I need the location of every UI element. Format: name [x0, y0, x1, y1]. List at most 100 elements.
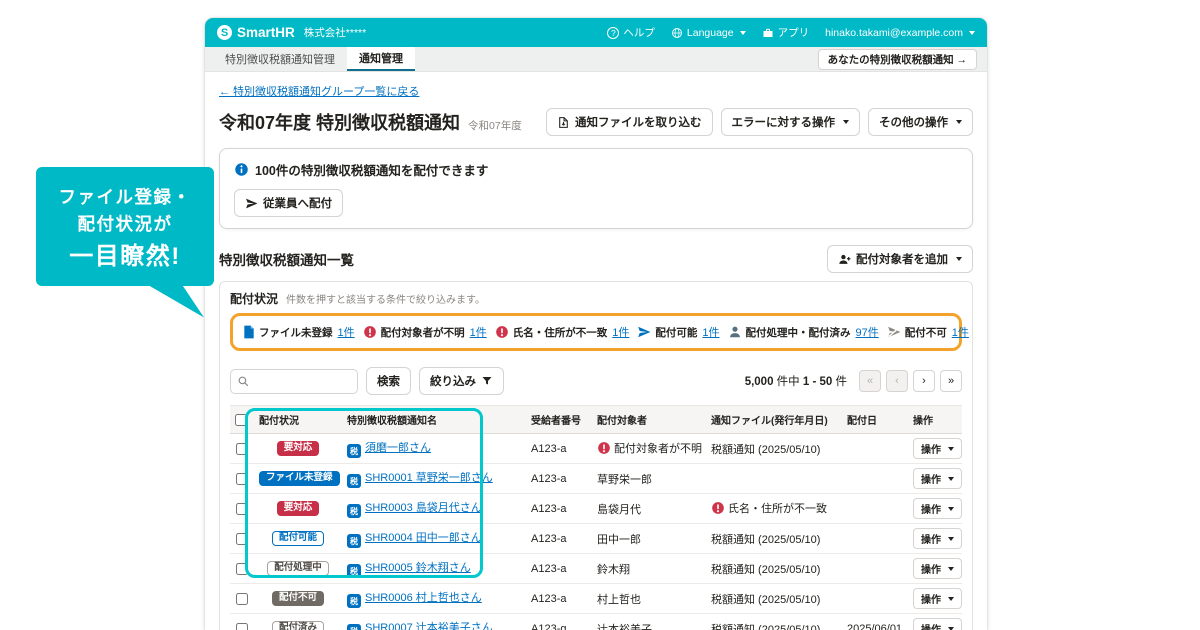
- smarthr-logo[interactable]: S SmartHR: [217, 25, 295, 40]
- other-operations-button[interactable]: その他の操作: [868, 108, 973, 136]
- status-filter-count-link[interactable]: 1件: [612, 324, 629, 340]
- delivery-date: [842, 494, 908, 524]
- select-all-checkbox[interactable]: [235, 414, 247, 426]
- pagination-unit: 件: [836, 376, 848, 388]
- notice-name-link[interactable]: SHR0001 草野栄一郎さん: [365, 472, 493, 484]
- status-badge: 配付可能: [272, 531, 324, 547]
- search-button[interactable]: 検索: [366, 367, 411, 395]
- notice-name-link[interactable]: SHR0003 島袋月代さん: [365, 502, 482, 514]
- pagination-button[interactable]: ‹: [886, 370, 908, 392]
- row-action-button[interactable]: 操作: [913, 618, 962, 630]
- pagination-button[interactable]: »: [940, 370, 962, 392]
- deliver-to-employees-label: 従業員へ配付: [263, 195, 332, 211]
- chevron-down-icon: [948, 597, 954, 601]
- notice-name-link[interactable]: 須磨一郎さん: [365, 442, 431, 454]
- file-icon: [243, 325, 255, 339]
- chevron-down-icon: [956, 257, 962, 261]
- recipient-number: A123-a: [526, 524, 592, 554]
- table-row: 要対応税SHR0003 島袋月代さんA123-a島袋月代氏名・住所が不一致操作: [230, 494, 962, 524]
- notice-name-link[interactable]: SHR0004 田中一郎さん: [365, 532, 482, 544]
- help-link[interactable]: ? ヘルプ: [607, 25, 655, 40]
- pagination-button[interactable]: ›: [913, 370, 935, 392]
- other-operations-label: その他の操作: [879, 114, 948, 130]
- status-filter-count-link[interactable]: 97件: [856, 324, 879, 340]
- row-action-button[interactable]: 操作: [913, 468, 962, 489]
- row-action-label: 操作: [921, 561, 941, 576]
- row-action-label: 操作: [921, 591, 941, 606]
- notice-name-link[interactable]: SHR0007 辻本裕美子さん: [365, 622, 493, 630]
- row-checkbox[interactable]: [236, 623, 248, 630]
- row-action-button[interactable]: 操作: [913, 498, 962, 519]
- row-checkbox[interactable]: [236, 443, 248, 455]
- row-action-button[interactable]: 操作: [913, 438, 962, 459]
- status-badge: 配付処理中: [267, 561, 329, 577]
- tab-notice-management[interactable]: 特別徴収税額通知管理: [213, 47, 347, 71]
- status-filter-label: 配付処理中・配付済み: [746, 325, 851, 340]
- send-icon: [245, 197, 258, 210]
- row-action-label: 操作: [921, 501, 941, 516]
- language-menu[interactable]: Language: [671, 27, 746, 39]
- delivery-date: [842, 554, 908, 584]
- status-section-title: 配付状況: [230, 290, 278, 307]
- notification-file: 税額通知 (2025/05/10): [706, 554, 842, 584]
- notification-file: 氏名・住所が不一致: [706, 494, 842, 524]
- pagination-buttons: «‹›»: [859, 370, 962, 392]
- app-window: S SmartHR 株式会社***** ? ヘルプ Language アプリ: [205, 18, 987, 630]
- status-filter-count-link[interactable]: 1件: [470, 324, 487, 340]
- apps-label: アプリ: [778, 25, 810, 40]
- smarthr-logo-icon: S: [217, 25, 232, 40]
- tab-notification-management[interactable]: 通知管理: [347, 47, 415, 71]
- status-filter-item: 氏名・住所が不一致1件: [495, 324, 630, 340]
- info-icon: [234, 162, 249, 177]
- status-filter-count-link[interactable]: 1件: [952, 324, 969, 340]
- notice-name-link[interactable]: SHR0005 鈴木翔さん: [365, 562, 471, 574]
- pagination-total: 5,000: [745, 376, 774, 388]
- add-delivery-target-button[interactable]: 配付対象者を追加: [827, 245, 973, 273]
- notice-name-link[interactable]: SHR0006 村上哲也さん: [365, 592, 482, 604]
- row-action-button[interactable]: 操作: [913, 558, 962, 579]
- pagination-button[interactable]: «: [859, 370, 881, 392]
- status-filter-item: 配付処理中・配付済み 97件: [728, 324, 879, 340]
- status-filter-label: ファイル未登録: [259, 325, 333, 340]
- row-action-button[interactable]: 操作: [913, 588, 962, 609]
- error-operations-button[interactable]: エラーに対する操作: [721, 108, 861, 136]
- pagination-summary: 5,000 件中 1 - 50 件: [745, 373, 847, 389]
- column-header: 配付状況: [254, 406, 342, 434]
- callout-line: ファイル登録・: [44, 184, 206, 211]
- notification-file: 税額通知 (2025/05/10): [706, 614, 842, 630]
- filter-button[interactable]: 絞り込み: [419, 367, 504, 395]
- row-checkbox[interactable]: [236, 533, 248, 545]
- app-header: S SmartHR 株式会社***** ? ヘルプ Language アプリ: [205, 18, 987, 47]
- row-action-button[interactable]: 操作: [913, 528, 962, 549]
- delivery-target: 村上哲也: [592, 584, 706, 614]
- row-action-label: 操作: [921, 621, 941, 630]
- row-checkbox[interactable]: [236, 503, 248, 515]
- account-email: hinako.takami@example.com: [825, 27, 963, 39]
- your-notice-button[interactable]: あなたの特別徴収税額通知 →: [818, 49, 977, 70]
- status-filter-count-link[interactable]: 1件: [338, 324, 355, 340]
- error-icon: [597, 441, 611, 455]
- delivery-target: 草野栄一郎: [592, 464, 706, 494]
- row-checkbox[interactable]: [236, 473, 248, 485]
- chevron-down-icon: [948, 477, 954, 481]
- delivery-date: [842, 464, 908, 494]
- callout-bubble: ファイル登録・ 配付状況が 一目瞭然!: [36, 167, 214, 286]
- chevron-down-icon: [956, 120, 962, 124]
- table-row: 配付処理中税SHR0005 鈴木翔さんA123-a鈴木翔税額通知 (2025/0…: [230, 554, 962, 584]
- column-header: 配付対象者: [592, 406, 706, 434]
- chevron-down-icon: [948, 567, 954, 571]
- back-to-group-list-link[interactable]: ← 特別徴収税額通知グループ一覧に戻る: [219, 83, 419, 99]
- recipient-number: A123-a: [526, 494, 592, 524]
- account-menu[interactable]: hinako.takami@example.com: [825, 27, 975, 39]
- status-filter-count-link[interactable]: 1件: [702, 324, 719, 340]
- apps-menu[interactable]: アプリ: [762, 25, 810, 40]
- callout-tail: [146, 284, 204, 317]
- row-checkbox[interactable]: [236, 593, 248, 605]
- row-checkbox[interactable]: [236, 563, 248, 575]
- search-icon: [237, 375, 250, 388]
- status-filter-label: 配付不可: [905, 325, 947, 340]
- row-action-label: 操作: [921, 441, 941, 456]
- deliver-to-employees-button[interactable]: 従業員へ配付: [234, 189, 343, 217]
- import-notice-file-button[interactable]: 通知ファイルを取り込む: [546, 108, 713, 136]
- notices-table-body: 要対応税須磨一郎さんA123-a配付対象者が不明税額通知 (2025/05/10…: [230, 434, 962, 630]
